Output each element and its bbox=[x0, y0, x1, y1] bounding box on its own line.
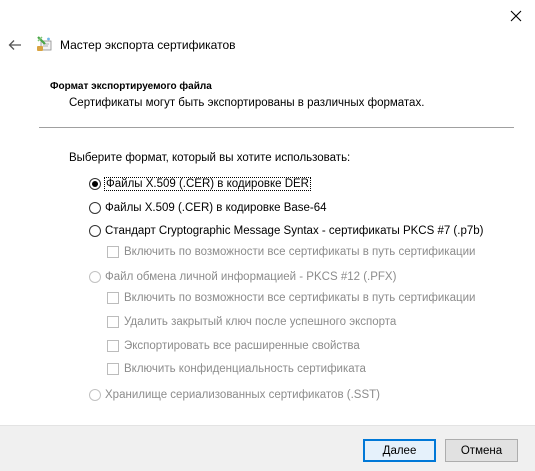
radio-base64-indicator[interactable] bbox=[89, 202, 101, 214]
radio-sst-indicator[interactable] bbox=[89, 389, 101, 401]
page-subheading: Сертификаты могут быть экспортированы в … bbox=[69, 97, 425, 109]
radio-pfx-indicator[interactable] bbox=[89, 271, 101, 283]
checkbox-p7b-include-chain-label: Включить по возможности все сертификаты … bbox=[124, 246, 476, 258]
radio-p7b-indicator[interactable] bbox=[89, 225, 101, 237]
close-button[interactable] bbox=[503, 3, 529, 29]
close-icon bbox=[510, 10, 522, 22]
header-divider bbox=[39, 127, 514, 128]
back-button[interactable] bbox=[5, 36, 25, 54]
wizard-title: Мастер экспорта сертификатов bbox=[60, 38, 236, 52]
certificate-export-wizard: Мастер экспорта сертификатов Формат эксп… bbox=[0, 0, 535, 471]
checkbox-pfx-delete-key[interactable]: Удалить закрытый ключ после успешного эк… bbox=[107, 316, 396, 328]
page-heading: Формат экспортируемого файла bbox=[50, 81, 212, 92]
checkbox-pfx-delete-key-box[interactable] bbox=[107, 316, 119, 328]
checkbox-pfx-export-props[interactable]: Экспортировать все расширенные свойства bbox=[107, 340, 360, 352]
checkbox-pfx-privacy[interactable]: Включить конфиденциальность сертификата bbox=[107, 363, 366, 375]
checkbox-pfx-include-chain-label: Включить по возможности все сертификаты … bbox=[124, 292, 476, 304]
radio-sst-label: Хранилище сериализованных сертификатов (… bbox=[105, 389, 380, 401]
footer-bar: Далее Отмена bbox=[0, 425, 535, 471]
radio-pfx[interactable]: Файл обмена личной информацией - PKCS #1… bbox=[89, 271, 396, 283]
checkbox-p7b-include-chain-box[interactable] bbox=[107, 246, 119, 258]
radio-pfx-label: Файл обмена личной информацией - PKCS #1… bbox=[105, 271, 397, 283]
radio-p7b[interactable]: Стандарт Cryptographic Message Syntax - … bbox=[89, 225, 483, 237]
checkbox-pfx-delete-key-label: Удалить закрытый ключ после успешного эк… bbox=[124, 316, 397, 328]
radio-der-indicator[interactable] bbox=[89, 178, 101, 190]
checkbox-pfx-privacy-box[interactable] bbox=[107, 363, 119, 375]
certificate-wizard-icon bbox=[37, 36, 52, 51]
radio-der[interactable]: Файлы X.509 (.CER) в кодировке DER bbox=[89, 177, 311, 191]
next-button[interactable]: Далее bbox=[363, 439, 436, 462]
checkbox-pfx-export-props-box[interactable] bbox=[107, 340, 119, 352]
radio-p7b-label: Стандарт Cryptographic Message Syntax - … bbox=[105, 225, 484, 237]
checkbox-p7b-include-chain[interactable]: Включить по возможности все сертификаты … bbox=[107, 246, 475, 258]
radio-base64[interactable]: Файлы X.509 (.CER) в кодировке Base-64 bbox=[89, 202, 327, 214]
checkbox-pfx-export-props-label: Экспортировать все расширенные свойства bbox=[124, 340, 360, 352]
radio-base64-label: Файлы X.509 (.CER) в кодировке Base-64 bbox=[105, 202, 327, 214]
radio-der-label: Файлы X.509 (.CER) в кодировке DER bbox=[104, 177, 311, 191]
checkbox-pfx-include-chain[interactable]: Включить по возможности все сертификаты … bbox=[107, 292, 475, 304]
format-prompt: Выберите формат, который вы хотите испол… bbox=[69, 152, 351, 164]
checkbox-pfx-include-chain-box[interactable] bbox=[107, 292, 119, 304]
checkbox-pfx-privacy-label: Включить конфиденциальность сертификата bbox=[124, 363, 366, 375]
radio-sst[interactable]: Хранилище сериализованных сертификатов (… bbox=[89, 389, 380, 401]
cancel-button[interactable]: Отмена bbox=[445, 439, 518, 462]
back-arrow-icon bbox=[8, 40, 21, 50]
